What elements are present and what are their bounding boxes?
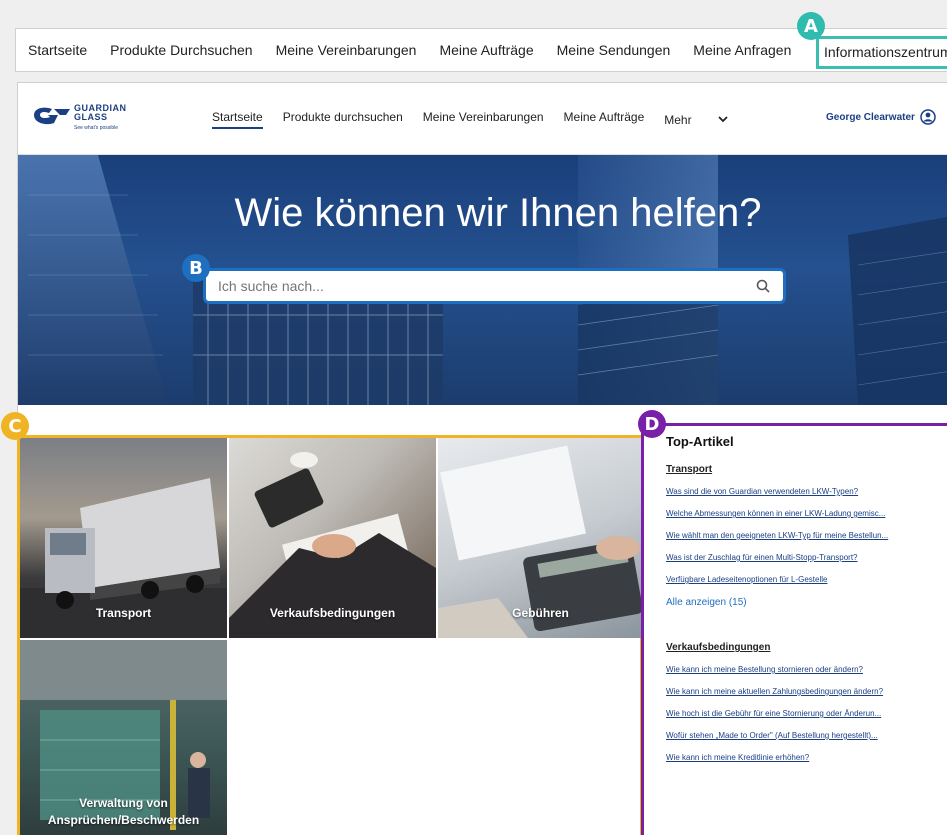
article-link[interactable]: Welche Abmessungen können in einer LKW-L… <box>666 509 934 518</box>
header-nav-meine-vereinbarungen[interactable]: Meine Vereinbarungen <box>423 110 544 129</box>
hero-title: Wie können wir Ihnen helfen? <box>234 191 762 235</box>
search-bar <box>203 268 786 304</box>
header-nav-produkte-durchsuchen[interactable]: Produkte durchsuchen <box>283 110 403 129</box>
article-link[interactable]: Verfügbare Ladeseitenoptionen für L-Gest… <box>666 575 934 584</box>
search-icon[interactable] <box>743 279 783 293</box>
header-nav-meine-auftraege[interactable]: Meine Aufträge <box>564 110 645 129</box>
callout-badge-a: A <box>797 12 825 40</box>
logo-word-glass: GLASS <box>74 112 108 122</box>
tile-transport-label: Transport <box>95 606 152 620</box>
tile-verkaufsbedingungen-label: Verkaufsbedingungen <box>269 606 396 620</box>
tile-gebuehren-label: Gebühren <box>512 606 569 620</box>
article-category-verkaufsbedingungen[interactable]: Verkaufsbedingungen <box>666 642 947 653</box>
top-articles-panel: Top-Artikel Transport Was sind die von G… <box>641 423 947 835</box>
article-link[interactable]: Wie kann ich meine Kreditlinie erhöhen? <box>666 753 934 762</box>
callout-badge-d: D <box>638 410 666 438</box>
show-all-link[interactable]: Alle anzeigen (15) <box>666 597 947 608</box>
user-icon <box>920 109 936 125</box>
article-link[interactable]: Wie wählt man den geeigneten LKW-Typ für… <box>666 531 934 540</box>
topnav-produkte-durchsuchen[interactable]: Produkte Durchsuchen <box>110 42 252 58</box>
user-name: George Clearwater <box>826 111 915 123</box>
tile-transport[interactable]: Transport <box>20 438 227 638</box>
topnav-meine-vereinbarungen[interactable]: Meine Vereinbarungen <box>276 42 417 58</box>
top-articles-title: Top-Artikel <box>666 434 734 449</box>
article-link[interactable]: Wie hoch ist die Gebühr für eine Stornie… <box>666 709 934 718</box>
header-navigation: Startseite Produkte durchsuchen Meine Ve… <box>212 110 748 129</box>
article-link[interactable]: Wie kann ich meine Bestellung stornieren… <box>666 665 934 674</box>
hero-banner: Wie können wir Ihnen helfen? <box>18 155 947 405</box>
article-link[interactable]: Was sind die von Guardian verwendeten LK… <box>666 487 934 496</box>
topnav-startseite[interactable]: Startseite <box>28 42 87 58</box>
callout-badge-b: B <box>182 254 210 282</box>
topnav-meine-anfragen[interactable]: Meine Anfragen <box>693 42 791 58</box>
tile-gebuehren[interactable]: Gebühren <box>438 438 643 638</box>
search-input[interactable] <box>206 271 743 301</box>
topnav-meine-sendungen[interactable]: Meine Sendungen <box>557 42 671 58</box>
site-header: GUARDIAN GLASS See what's possible Start… <box>18 83 947 155</box>
header-nav-mehr[interactable]: Mehr <box>664 110 728 129</box>
tile-verwaltung-ansprueche-label: Verwaltung von Ansprüchen/Beschwerden <box>47 796 200 827</box>
topnav-meine-auftraege[interactable]: Meine Aufträge <box>439 42 533 58</box>
article-category-transport[interactable]: Transport <box>666 464 947 475</box>
category-tiles: Transport Verkaufsbedingungen Gebühren V… <box>17 435 643 835</box>
tile-verwaltung-ansprueche[interactable]: Verwaltung von Ansprüchen/Beschwerden <box>20 640 227 835</box>
guardian-g-icon <box>34 107 70 125</box>
article-link[interactable]: Was ist der Zuschlag für einen Multi-Sto… <box>666 553 934 562</box>
callout-badge-c: C <box>1 412 29 440</box>
topnav-informationszentrum[interactable]: Informationszentrum <box>816 36 947 69</box>
chevron-down-icon <box>717 116 728 123</box>
user-menu[interactable]: George Clearwater <box>826 109 936 125</box>
header-nav-mehr-label: Mehr <box>664 112 692 127</box>
article-link[interactable]: Wie kann ich meine aktuellen Zahlungsbed… <box>666 687 934 696</box>
header-nav-startseite[interactable]: Startseite <box>212 110 263 129</box>
logo-tagline: See what's possible <box>74 125 119 131</box>
article-link[interactable]: Wofür stehen „Made to Order" (Auf Bestel… <box>666 731 934 740</box>
tile-verkaufsbedingungen[interactable]: Verkaufsbedingungen <box>229 438 436 638</box>
page: Startseite Produkte Durchsuchen Meine Ve… <box>0 0 947 835</box>
guardian-glass-logo[interactable]: GUARDIAN GLASS See what's possible <box>32 101 142 137</box>
